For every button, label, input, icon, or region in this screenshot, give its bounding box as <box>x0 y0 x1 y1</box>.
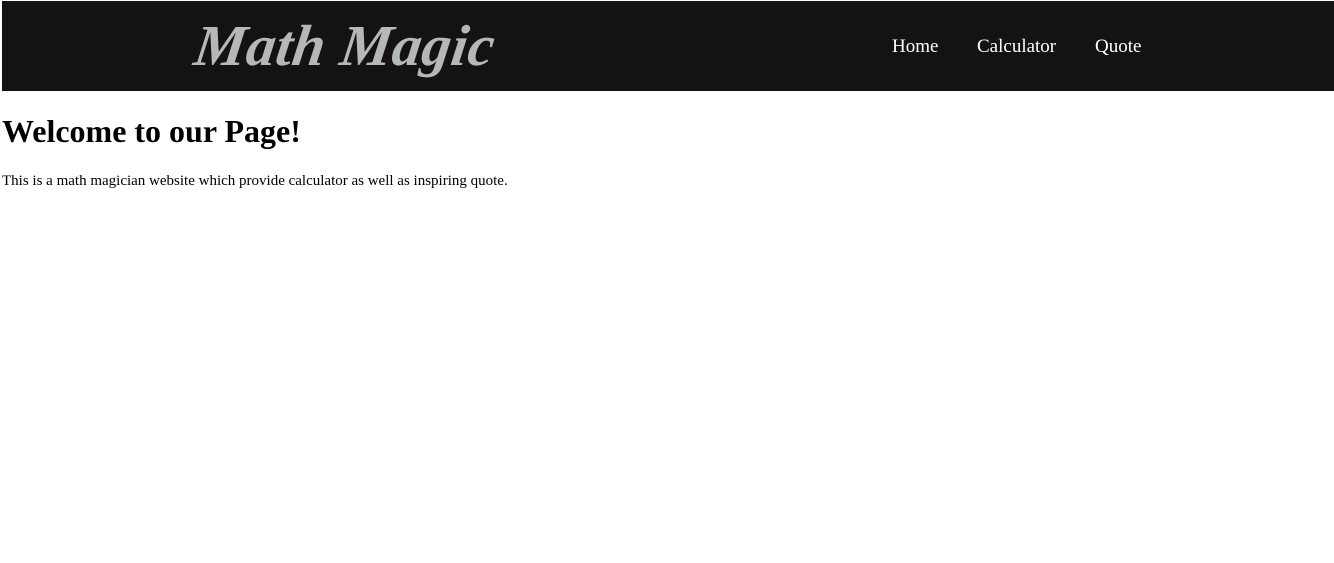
page-description: This is a math magician website which pr… <box>2 173 508 189</box>
navbar: Math Magic Home Calculator Quote <box>2 1 1334 91</box>
nav-menu: Home Calculator Quote <box>2 1 1334 91</box>
nav-link-home[interactable]: Home <box>892 35 938 59</box>
main-content: Welcome to our Page! This is a math magi… <box>2 110 1334 190</box>
page: Math Magic Home Calculator Quote Welcome… <box>0 0 1334 563</box>
page-heading: Welcome to our Page! <box>2 113 301 149</box>
nav-link-calculator[interactable]: Calculator <box>977 35 1056 59</box>
nav-link-quote[interactable]: Quote <box>1095 35 1141 59</box>
